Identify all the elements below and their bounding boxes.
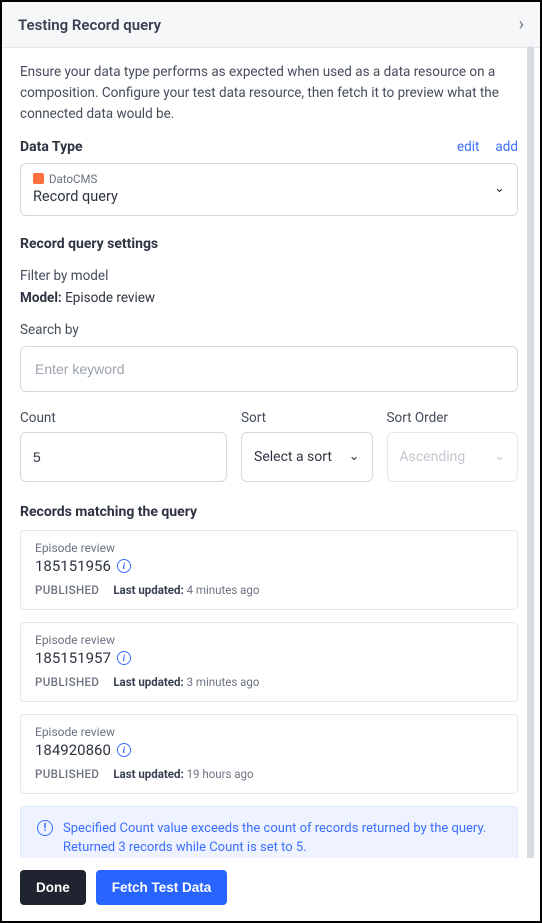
sort-order-label: Sort Order <box>387 410 519 426</box>
model-value: Episode review <box>65 290 155 306</box>
panel-title: Testing Record query <box>18 16 161 34</box>
data-type-header-row: Data Type edit add <box>20 139 518 155</box>
count-warning-alert: ! Specified Count value exceeds the coun… <box>20 806 518 861</box>
model-key: Model: <box>20 290 62 306</box>
sort-select[interactable]: Select a sort ⌄ <box>241 432 373 482</box>
record-card[interactable]: Episode review 185151956 i PUBLISHED Las… <box>20 530 518 610</box>
fetch-test-data-button[interactable]: Fetch Test Data <box>96 870 228 905</box>
plugin-name: DatoCMS <box>49 172 97 186</box>
sort-placeholder: Select a sort <box>254 449 332 465</box>
chevron-down-icon: ⌄ <box>494 181 505 196</box>
alert-text: Specified Count value exceeds the count … <box>63 819 501 858</box>
info-icon[interactable]: i <box>117 651 131 665</box>
record-status: PUBLISHED <box>35 675 99 689</box>
record-status: PUBLISHED <box>35 583 99 597</box>
record-card[interactable]: Episode review 185151957 i PUBLISHED Las… <box>20 622 518 702</box>
sort-order-placeholder: Ascending <box>400 449 466 465</box>
count-input[interactable] <box>20 432 227 482</box>
model-line: Model: Episode review <box>20 290 518 306</box>
data-type-name: Record query <box>33 188 118 205</box>
chevron-down-icon: ⌄ <box>349 449 360 464</box>
search-by-label: Search by <box>20 322 518 338</box>
description-text: Ensure your data type performs as expect… <box>20 62 518 125</box>
record-id: 185151956 <box>35 557 111 575</box>
info-icon[interactable]: i <box>117 743 131 757</box>
data-type-label: Data Type <box>20 139 83 155</box>
filter-by-model-label: Filter by model <box>20 268 518 284</box>
datocms-icon <box>33 173 44 184</box>
records-title: Records matching the query <box>20 504 518 520</box>
record-card[interactable]: Episode review 184920860 i PUBLISHED Las… <box>20 714 518 794</box>
record-id: 185151957 <box>35 649 111 667</box>
count-label: Count <box>20 410 227 426</box>
data-type-actions: edit add <box>457 139 518 155</box>
panel-body: Ensure your data type performs as expect… <box>2 46 536 861</box>
info-icon[interactable]: i <box>117 559 131 573</box>
sort-label: Sort <box>241 410 373 426</box>
add-link[interactable]: add <box>495 139 518 155</box>
record-status: PUBLISHED <box>35 767 99 781</box>
alert-icon: ! <box>37 820 53 836</box>
record-id: 184920860 <box>35 741 111 759</box>
collapse-chevron-icon[interactable]: › <box>519 14 524 35</box>
edit-link[interactable]: edit <box>457 139 479 155</box>
settings-title: Record query settings <box>20 236 518 252</box>
panel-header: Testing Record query › <box>2 2 540 48</box>
plugin-label: DatoCMS <box>33 172 118 186</box>
done-button[interactable]: Done <box>20 870 86 905</box>
footer: Done Fetch Test Data <box>2 858 540 921</box>
record-type: Episode review <box>35 541 503 555</box>
record-updated: Last updated: 19 hours ago <box>113 767 253 781</box>
data-type-selector[interactable]: DatoCMS Record query ⌄ <box>20 163 518 216</box>
record-updated: Last updated: 4 minutes ago <box>113 583 259 597</box>
record-type: Episode review <box>35 725 503 739</box>
record-updated: Last updated: 3 minutes ago <box>113 675 259 689</box>
sort-order-select[interactable]: Ascending ⌄ <box>387 432 519 482</box>
chevron-down-icon: ⌄ <box>494 449 505 464</box>
search-input[interactable] <box>20 346 518 392</box>
record-type: Episode review <box>35 633 503 647</box>
